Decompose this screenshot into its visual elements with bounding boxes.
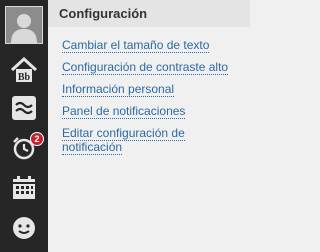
global-nav-rail: Bb 2: [0, 0, 48, 252]
settings-panel-header: Configuración: [48, 0, 250, 27]
menu-item-high-contrast[interactable]: Configuración de contraste alto: [62, 60, 244, 75]
panel-title: Configuración: [59, 6, 148, 21]
calendar-icon: [13, 176, 35, 199]
stream-icon: [12, 96, 36, 120]
calendar-button[interactable]: [0, 170, 48, 206]
user-silhouette-icon: [6, 7, 42, 43]
bb-home-icon: Bb: [10, 56, 38, 83]
menu-item-notification-settings[interactable]: Editar configuración de notificación: [62, 126, 244, 155]
settings-menu: Cambiar el tamaño de texto Configuración…: [62, 38, 244, 162]
menu-item-text-size[interactable]: Cambiar el tamaño de texto: [62, 38, 244, 53]
avatar[interactable]: [5, 6, 43, 44]
notification-badge: 2: [30, 132, 44, 146]
activity-stream-button[interactable]: [0, 90, 48, 126]
svg-text:Bb: Bb: [18, 72, 31, 83]
profile-button[interactable]: [0, 210, 48, 246]
menu-item-notifications-dashboard[interactable]: Panel de notificaciones: [62, 104, 244, 119]
menu-item-personal-info[interactable]: Información personal: [62, 82, 244, 97]
smiley-icon: [13, 217, 35, 239]
bb-home-button[interactable]: Bb: [0, 52, 48, 88]
